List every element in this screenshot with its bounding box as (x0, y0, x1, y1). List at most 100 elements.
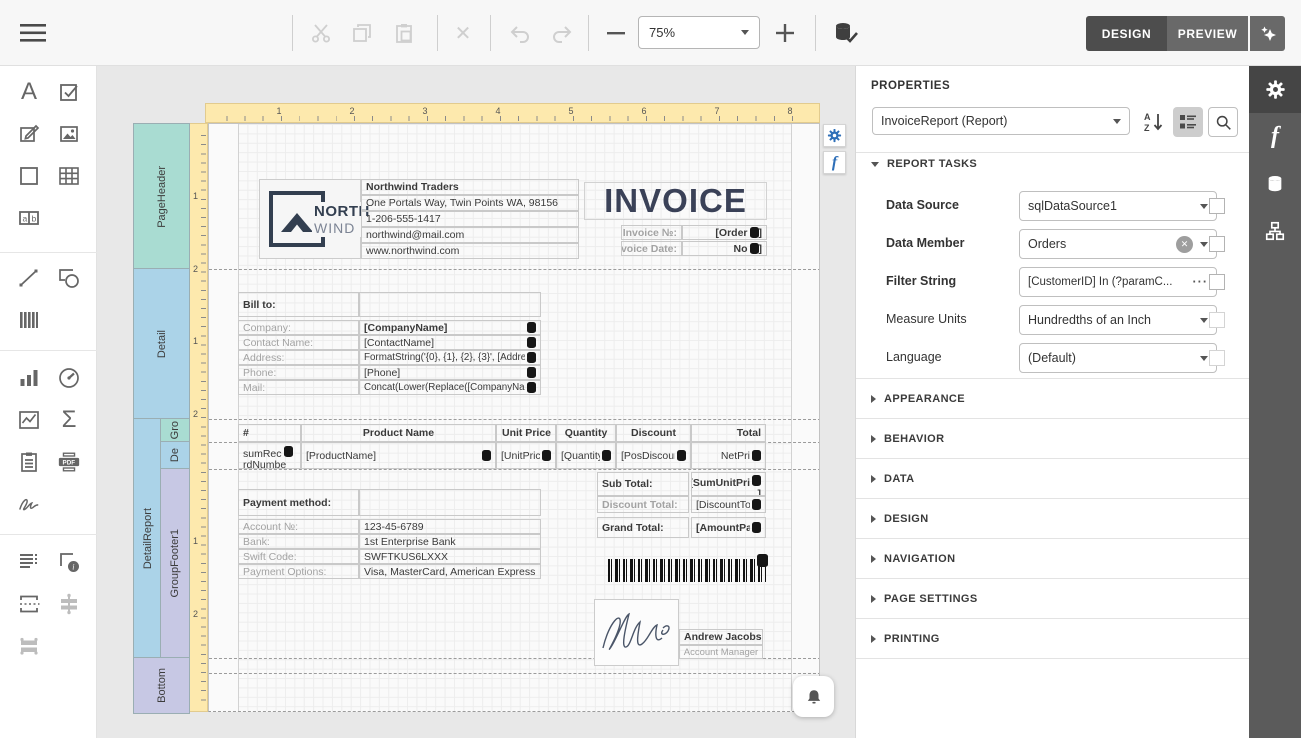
address-field[interactable]: FormatString('{0}, {1}, {2}, {3}', [Addr… (359, 350, 541, 365)
band-separator[interactable] (209, 673, 820, 674)
table-header-num[interactable]: # (238, 424, 301, 442)
expressions-button[interactable]: f (823, 151, 846, 174)
data-source-expression-checkbox[interactable] (1209, 198, 1225, 214)
table-header-product[interactable]: Product Name (301, 424, 496, 442)
table-header-total[interactable]: Total (691, 424, 766, 442)
signature-control-icon[interactable] (17, 492, 41, 516)
design-mode-button[interactable]: DESIGN (1086, 16, 1167, 51)
data-member-dropdown[interactable]: Orders ✕ (1019, 229, 1217, 259)
cross-band-box-control-icon[interactable]: i (57, 550, 81, 574)
data-member-expression-checkbox[interactable] (1209, 236, 1225, 252)
band-detail-sub[interactable]: De (160, 441, 190, 470)
horizontal-ruler[interactable]: 1 2 3 4 5 6 7 8 (205, 103, 820, 123)
swift-code-value[interactable]: SWFTKUS6LXXX (359, 549, 541, 564)
bill-to-empty-cell[interactable] (359, 292, 541, 317)
shape-control-icon[interactable] (57, 266, 81, 290)
rich-text-control-icon[interactable] (17, 122, 41, 146)
filter-string-editor[interactable]: [CustomerID] In (?paramC... ··· (1019, 267, 1217, 297)
paste-icon[interactable] (391, 20, 417, 46)
grand-total-label[interactable]: Grand Total: (597, 517, 689, 538)
band-group-header[interactable]: Gro (160, 418, 190, 443)
redo-icon[interactable] (548, 22, 576, 44)
gauge-control-icon[interactable] (57, 366, 81, 390)
measure-units-expression-checkbox[interactable] (1209, 312, 1225, 328)
table-cell-product-name[interactable]: [ProductName] (301, 442, 496, 469)
rail-properties-tab[interactable] (1249, 66, 1301, 113)
sparkline-control-icon[interactable] (17, 408, 41, 432)
swift-code-label[interactable]: Swift Code: (238, 549, 359, 564)
rail-report-explorer-tab[interactable] (1249, 207, 1301, 254)
discount-total-field[interactable]: [DiscountTot (691, 496, 766, 513)
check-box-control-icon[interactable] (57, 80, 81, 104)
copy-icon[interactable] (349, 21, 375, 45)
company-logo[interactable]: NORTH WIND (259, 179, 361, 259)
company-phone-field[interactable]: 1-206-555-1417 (361, 211, 579, 227)
bill-to-label[interactable]: Bill to: (238, 292, 359, 317)
account-no-label[interactable]: Account №: (238, 519, 359, 534)
chart-control-icon[interactable] (17, 366, 41, 390)
band-group-footer[interactable]: GroupFooter1 (160, 468, 190, 659)
table-cell-discount[interactable]: [PosDiscoun (616, 442, 691, 469)
barcode-control-icon[interactable] (17, 308, 41, 332)
payment-method-label[interactable]: Payment method: (238, 489, 359, 516)
section-data[interactable]: DATA (856, 458, 1250, 498)
ai-sparkle-button[interactable] (1250, 16, 1285, 51)
invoice-title-label[interactable]: INVOICE (584, 182, 767, 220)
zoom-level-select[interactable]: 75% (638, 16, 760, 49)
sort-alphabetical-button[interactable]: AZ (1141, 109, 1167, 135)
invoice-date-field[interactable]: No] (682, 241, 767, 256)
panel-control-icon[interactable] (17, 164, 41, 188)
undo-icon[interactable] (506, 22, 534, 44)
company-name-field[interactable]: Northwind Traders (361, 179, 579, 195)
measure-units-dropdown[interactable]: Hundredths of an Inch (1019, 305, 1217, 335)
report-settings-button[interactable] (823, 124, 846, 147)
vertical-alignment-icon[interactable] (57, 592, 81, 616)
mail-label[interactable]: Mail: (238, 380, 359, 395)
delete-icon[interactable]: ✕ (450, 21, 476, 45)
section-printing[interactable]: PRINTING (856, 618, 1250, 658)
language-expression-checkbox[interactable] (1209, 350, 1225, 366)
band-detail[interactable]: Detail (133, 268, 190, 420)
zoom-in-button[interactable] (773, 21, 797, 45)
table-header-quantity[interactable]: Quantity (556, 424, 616, 442)
search-properties-button[interactable] (1208, 107, 1238, 137)
table-cell-unit-price[interactable]: [UnitPric (496, 442, 556, 469)
company-address-field[interactable]: One Portals Way, Twin Points WA, 98156 (361, 195, 579, 211)
band-page-header[interactable]: PageHeader (133, 123, 190, 270)
report-page[interactable]: NORTH WIND Northwind Traders One Portals… (208, 123, 820, 712)
notifications-button[interactable] (793, 676, 834, 717)
rail-field-list-tab[interactable] (1249, 160, 1301, 207)
band-bottom-margin[interactable]: Bottom (133, 657, 190, 714)
company-website-field[interactable]: www.northwind.com (361, 243, 579, 259)
sub-total-label[interactable]: Sub Total: (597, 472, 689, 496)
contact-name-label[interactable]: Contact Name: (238, 335, 359, 350)
selected-control-dropdown[interactable]: InvoiceReport (Report) (872, 107, 1130, 135)
clear-value-icon[interactable]: ✕ (1176, 236, 1193, 253)
page-break-control-icon[interactable] (17, 592, 41, 616)
grand-total-field[interactable]: [AmountPai (691, 517, 766, 538)
section-navigation[interactable]: NAVIGATION (856, 538, 1250, 578)
filter-string-expression-checkbox[interactable] (1209, 274, 1225, 290)
band-separator[interactable] (209, 269, 820, 270)
invoice-no-label[interactable]: Invoice №: (621, 225, 682, 240)
section-page-settings[interactable]: PAGE SETTINGS (856, 578, 1250, 618)
section-appearance[interactable]: APPEARANCE (856, 378, 1250, 418)
table-cell-total[interactable]: NetPri (691, 442, 766, 469)
rail-expressions-tab[interactable]: f (1249, 113, 1301, 160)
menu-button[interactable] (18, 20, 48, 46)
grouped-view-button[interactable] (1173, 107, 1203, 137)
phone-label[interactable]: Phone: (238, 365, 359, 380)
address-label[interactable]: Address: (238, 350, 359, 365)
company-field[interactable]: [CompanyName] (359, 320, 541, 335)
vertical-ruler[interactable]: 1 2 1 2 1 2 (188, 123, 208, 712)
sub-total-field[interactable]: [SumUnitPri] (691, 472, 766, 496)
table-cell-quantity[interactable]: [Quantity (556, 442, 616, 469)
company-label[interactable]: Company: (238, 320, 359, 335)
bank-value[interactable]: 1st Enterprise Bank (359, 534, 541, 549)
company-email-field[interactable]: northwind@mail.com (361, 227, 579, 243)
data-source-dropdown[interactable]: sqlDataSource1 (1019, 191, 1217, 221)
preview-mode-button[interactable]: PREVIEW (1167, 16, 1248, 51)
payment-options-label[interactable]: Payment Options: (238, 564, 359, 579)
contact-name-field[interactable]: [ContactName] (359, 335, 541, 350)
band-control-icon[interactable] (17, 634, 41, 658)
